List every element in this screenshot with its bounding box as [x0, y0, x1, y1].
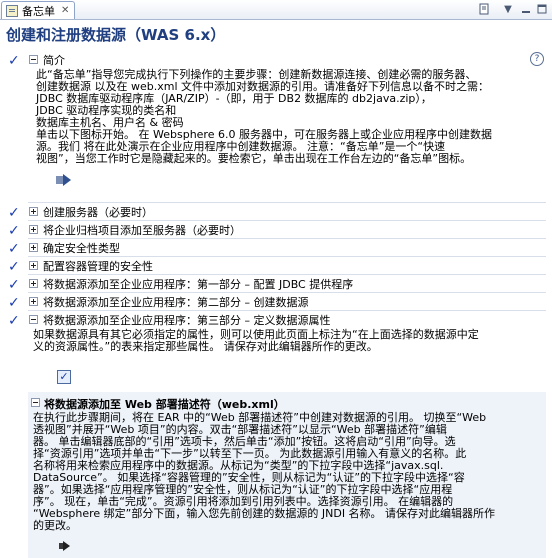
check-icon: ✓	[8, 259, 20, 275]
cheat-sheet-menu-icon[interactable]	[476, 2, 492, 16]
subtask-line: “Websphere 绑定”部分下面，输入您先前创建的数据源的 JNDI 名称。…	[33, 507, 496, 520]
section-create-datasource[interactable]: 将数据源添加至企业应用程序：第二部分 – 创建数据源	[43, 294, 309, 310]
subtask-panel: 将数据源添加至 Web 部署描述符（web.xml） 在执行此步骤期间，将在 E…	[28, 392, 546, 558]
subtask-line: 的更改。	[33, 519, 77, 532]
tab-cheat-sheet[interactable]: 备忘单 ✕	[1, 1, 75, 19]
subtask-title: 将数据源添加至 Web 部署描述符（web.xml）	[44, 398, 285, 411]
help-icon[interactable]: ?	[530, 52, 544, 66]
expand-toggle[interactable]	[29, 297, 38, 306]
section-datasource-properties[interactable]: 将数据源添加至企业应用程序：第三部分 – 定义数据源属性	[43, 312, 331, 328]
check-icon: ✓	[8, 295, 20, 311]
part3-line: 义的资源属性。”的表来指定那些属性。 请保存对此编辑器所作的更改。	[33, 340, 378, 353]
check-icon: ✓	[8, 53, 20, 69]
divider	[28, 310, 546, 311]
collapse-toggle[interactable]	[29, 315, 38, 324]
maximize-icon[interactable]	[534, 2, 550, 16]
intro-heading: 简介	[43, 54, 65, 67]
view-menu-icon[interactable]: ▼	[500, 2, 516, 16]
minimize-icon[interactable]	[518, 2, 534, 16]
expand-toggle[interactable]	[29, 243, 38, 252]
section-add-ear[interactable]: 将企业归档项目添加至服务器（必要时）	[43, 222, 241, 238]
section-container-security[interactable]: 配置容器管理的安全性	[43, 258, 153, 274]
start-arrow-icon[interactable]	[55, 173, 73, 187]
check-icon: ✓	[8, 313, 20, 329]
divider	[28, 238, 546, 239]
next-arrow-icon[interactable]	[58, 540, 76, 554]
view-tab-bar: 备忘单 ✕ ▼	[0, 0, 552, 20]
section-jdbc-provider[interactable]: 将数据源添加至企业应用程序：第一部分 – 配置 JDBC 提供程序	[43, 276, 353, 292]
check-icon: ✓	[8, 205, 20, 221]
expand-toggle[interactable]	[29, 225, 38, 234]
tab-label: 备忘单	[22, 4, 55, 18]
divider	[28, 202, 546, 203]
completed-checkbox[interactable]: ✓	[57, 370, 71, 384]
expand-toggle[interactable]	[29, 279, 38, 288]
collapse-toggle[interactable]	[29, 55, 38, 64]
divider	[28, 292, 546, 293]
page-title: 创建和注册数据源（WAS 6.x）	[6, 26, 226, 44]
divider	[28, 274, 546, 275]
cheat-sheet-icon	[6, 4, 18, 17]
expand-toggle[interactable]	[29, 207, 38, 216]
divider	[28, 256, 546, 257]
section-create-server[interactable]: 创建服务器（必要时）	[43, 204, 153, 220]
section-security-type[interactable]: 确定安全性类型	[43, 240, 120, 256]
close-icon[interactable]: ✕	[61, 5, 69, 16]
intro-line: 视图”，当您工作时它是隐藏起来的。要检索它，单击出现在工作台左边的“备忘单”图标…	[36, 152, 472, 165]
expand-toggle[interactable]	[29, 261, 38, 270]
check-icon: ✓	[8, 223, 20, 239]
collapse-toggle[interactable]	[31, 398, 40, 407]
check-icon: ✓	[8, 241, 20, 257]
divider	[28, 220, 546, 221]
check-icon: ✓	[8, 277, 20, 293]
